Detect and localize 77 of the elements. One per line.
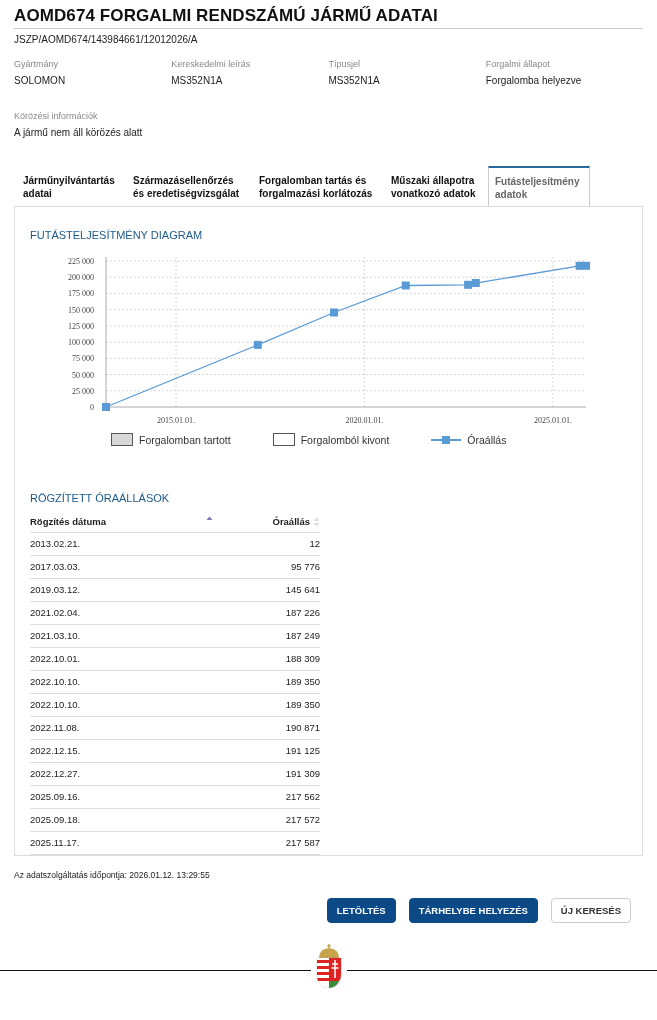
axis-tick-label: 75 000 bbox=[72, 354, 94, 364]
field-value: Forgalomba helyezve bbox=[485, 75, 583, 86]
section-title: RÖGZÍTETT ÓRAÁLLÁSOK bbox=[30, 492, 171, 504]
axis-tick-label: 200 000 bbox=[68, 273, 94, 283]
axis-tick-label: 225 000 bbox=[68, 257, 94, 266]
data-point bbox=[330, 308, 339, 317]
table-cell: 2013.02.21. bbox=[30, 532, 221, 556]
tab[interactable]: Járműnyilvántartás adatai bbox=[16, 166, 126, 206]
table-cell: 191 125 bbox=[220, 739, 320, 763]
table-cell: 2025.11.17. bbox=[30, 831, 221, 855]
axis-tick-label: 25 000 bbox=[72, 386, 94, 396]
axis-tick-label: 150 000 bbox=[68, 305, 94, 315]
action-button[interactable]: LETÖLTÉS bbox=[326, 898, 396, 923]
legend-swatch bbox=[111, 433, 133, 446]
field-label: Forgalmi állapot bbox=[485, 59, 551, 69]
table-cell: 2022.12.27. bbox=[30, 762, 221, 786]
axis-tick-label: 2025.01.01. bbox=[534, 416, 572, 423]
action-button[interactable]: TÁRHELYBE HELYEZÉS bbox=[408, 898, 538, 923]
table-cell: 2025.09.16. bbox=[30, 785, 221, 809]
page-title: AOMD674 FORGALMI RENDSZÁMÚ JÁRMŰ ADATAI bbox=[14, 6, 643, 29]
axis-tick-label: 175 000 bbox=[68, 289, 94, 299]
reference-number: JSZP/AOMD674/143984661/12012026/A bbox=[14, 34, 199, 45]
section-title: FUTÁSTELJESÍTMÉNY DIAGRAM bbox=[30, 229, 204, 241]
field-label: Típusjel bbox=[328, 59, 361, 69]
table-cell: 2021.02.04. bbox=[30, 601, 221, 625]
action-button[interactable]: ÚJ KERESÉS bbox=[550, 898, 631, 923]
axis-tick-label: 2020.01.01. bbox=[345, 416, 384, 423]
table-cell: 2022.11.08. bbox=[30, 716, 221, 740]
table-cell: 2017.03.03. bbox=[30, 555, 221, 579]
table-cell: 2022.10.10. bbox=[30, 693, 221, 717]
field-label: Gyártmány bbox=[14, 59, 59, 69]
axis-tick-label: 125 000 bbox=[68, 321, 94, 331]
table-cell: 2025.09.18. bbox=[30, 808, 221, 832]
table-cell: 187 249 bbox=[220, 624, 320, 648]
data-point bbox=[253, 340, 262, 349]
tab[interactable]: Műszaki állapotra vonatkozó adatok bbox=[384, 166, 488, 206]
table-cell: 191 309 bbox=[220, 762, 320, 786]
table-cell: 2019.03.12. bbox=[30, 578, 221, 602]
table-cell: 12 bbox=[220, 532, 320, 556]
tab[interactable]: Futásteljesítmény adatok bbox=[488, 166, 590, 206]
table-cell: 145 641 bbox=[220, 578, 320, 602]
field-value: MS352N1A bbox=[328, 75, 381, 86]
field-value: SOLOMON bbox=[14, 75, 67, 86]
table-cell: 2021.03.10. bbox=[30, 624, 221, 648]
table-cell: 188 309 bbox=[220, 647, 320, 671]
axis-tick-label: 50 000 bbox=[72, 370, 94, 380]
legend-label: Forgalomból kivont bbox=[300, 433, 390, 446]
field-label: Körözési információk bbox=[14, 111, 99, 121]
table-cell: 95 776 bbox=[220, 555, 320, 579]
table-cell: 189 350 bbox=[220, 670, 320, 694]
axis-tick-label: 2015.01.01. bbox=[157, 416, 196, 423]
data-point bbox=[102, 403, 110, 411]
table-cell: 190 871 bbox=[220, 716, 320, 740]
field-label: Kereskedelmi leírás bbox=[171, 59, 252, 69]
table-cell: 2022.12.15. bbox=[30, 739, 221, 763]
tab[interactable]: Származásellenőrzés és eredetiségvizsgálat bbox=[126, 166, 252, 206]
field-value: A jármű nem áll körözés alatt bbox=[14, 127, 144, 138]
table-cell: 217 572 bbox=[220, 808, 320, 832]
legend-label: Óraállás bbox=[467, 433, 507, 446]
table-cell: 217 587 bbox=[220, 831, 320, 855]
data-point bbox=[464, 280, 473, 289]
legend-line-icon bbox=[431, 434, 462, 445]
table-cell: 2022.10.10. bbox=[30, 670, 221, 694]
table-cell: 189 350 bbox=[220, 693, 320, 717]
legend-label: Forgalomban tartott bbox=[139, 433, 231, 446]
legend-swatch bbox=[272, 433, 295, 446]
column-header[interactable]: Óraállás bbox=[220, 512, 320, 533]
axis-tick-label: 100 000 bbox=[68, 338, 94, 348]
table-cell: 217 562 bbox=[220, 785, 320, 809]
axis-tick-label: 0 bbox=[90, 403, 94, 412]
table-cell: 187 226 bbox=[220, 601, 320, 625]
timestamp-text: Az adatszolgáltatás időpontja: 2026.01.12. 13:29:55 bbox=[14, 870, 211, 880]
tab[interactable]: Forgalomban tartás és forgalmazási korlátozás bbox=[252, 166, 384, 206]
column-header[interactable]: Rögzítés dátuma bbox=[30, 512, 221, 533]
table-cell: 2022.10.01. bbox=[30, 647, 221, 671]
field-value: MS352N1A bbox=[171, 75, 224, 86]
data-point bbox=[401, 281, 410, 290]
